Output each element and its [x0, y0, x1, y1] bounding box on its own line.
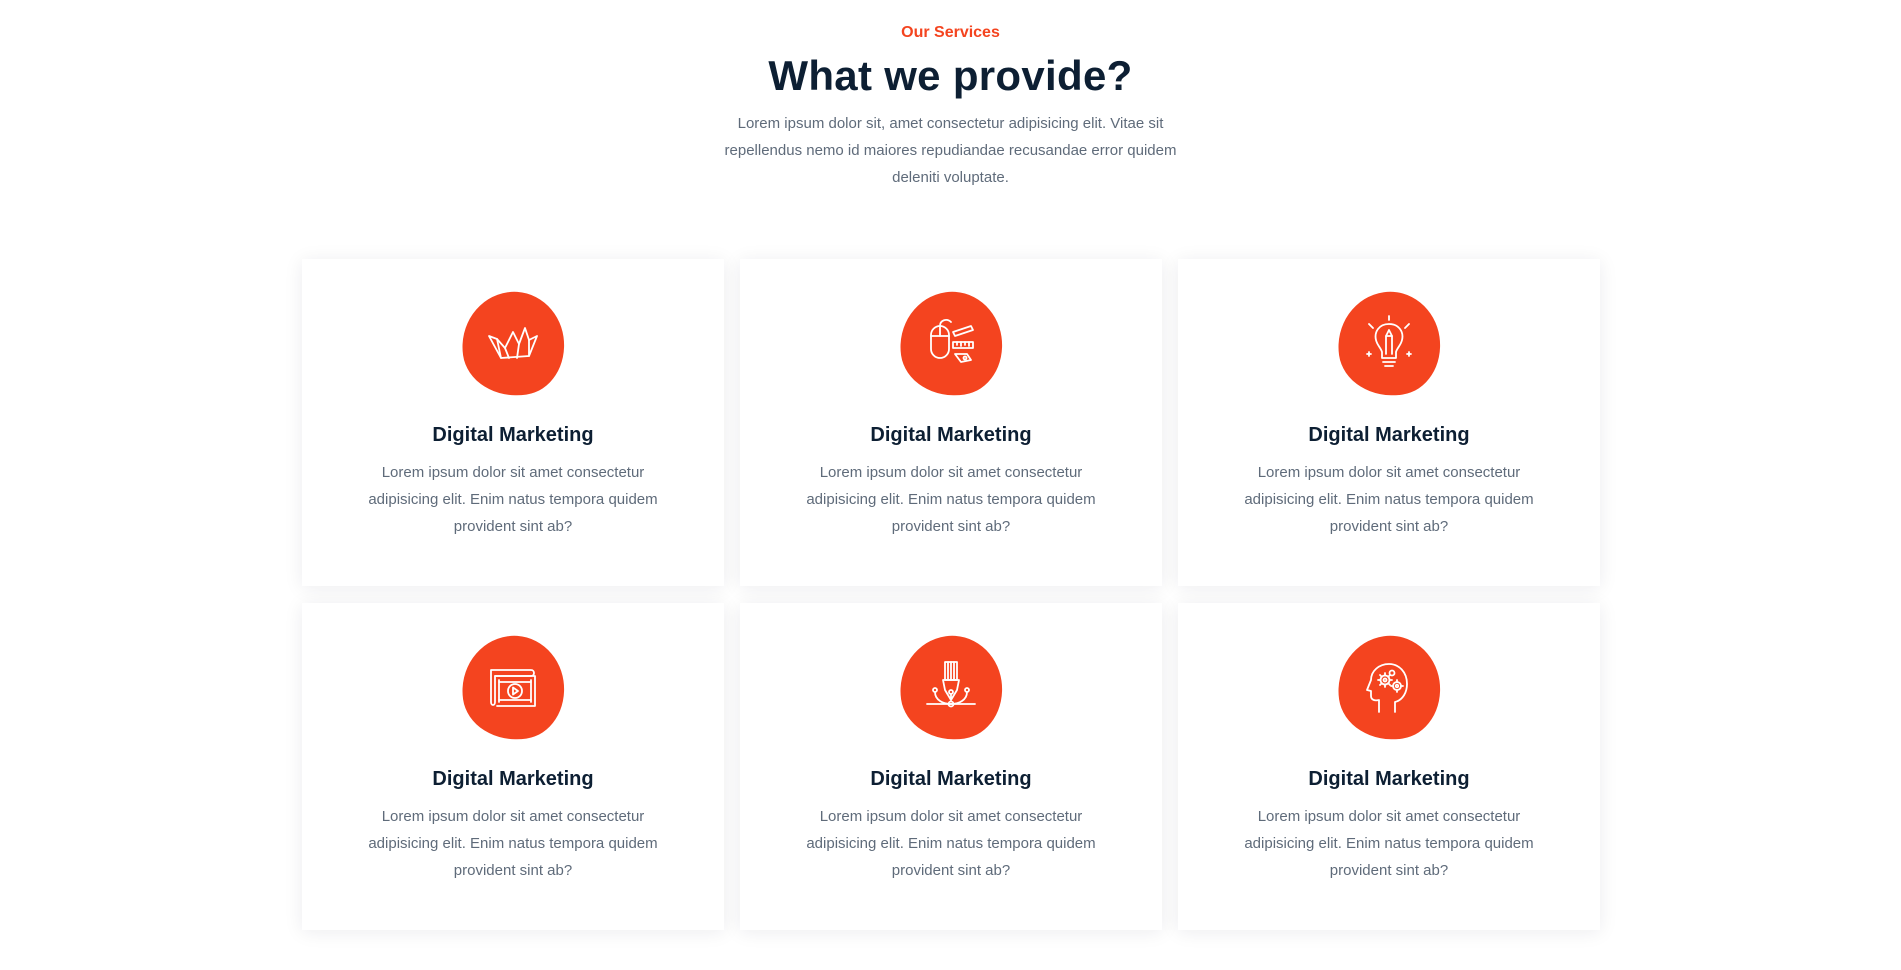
- paper-crane-icon: [488, 327, 538, 359]
- service-title: Digital Marketing: [1308, 768, 1470, 790]
- service-description: Lorem ipsum dolor sit amet consectetur a…: [368, 808, 658, 879]
- icon-badge: [893, 285, 1009, 403]
- section-title: What we provide?: [768, 52, 1133, 99]
- icon-badge: [1331, 629, 1447, 747]
- service-card: Digital Marketing Lorem ipsum dolor sit …: [1178, 603, 1600, 930]
- icon-badge: [893, 629, 1009, 747]
- service-description: Lorem ipsum dolor sit amet consectetur a…: [806, 464, 1096, 535]
- service-card: Digital Marketing Lorem ipsum dolor sit …: [302, 603, 724, 930]
- services-grid: Digital Marketing Lorem ipsum dolor sit …: [302, 259, 1600, 930]
- service-description: Lorem ipsum dolor sit amet consectetur a…: [806, 808, 1096, 879]
- service-card: Digital Marketing Lorem ipsum dolor sit …: [302, 259, 724, 586]
- service-title: Digital Marketing: [1308, 424, 1470, 446]
- service-title: Digital Marketing: [432, 424, 594, 446]
- video-film-icon: [490, 669, 536, 707]
- head-gears-icon: [1366, 663, 1408, 713]
- icon-badge: [455, 629, 571, 747]
- service-description: Lorem ipsum dolor sit amet consectetur a…: [368, 464, 658, 535]
- section-intro: Lorem ipsum dolor sit, amet consectetur …: [724, 115, 1177, 186]
- service-card: Digital Marketing Lorem ipsum dolor sit …: [740, 603, 1162, 930]
- service-description: Lorem ipsum dolor sit amet consectetur a…: [1244, 808, 1534, 879]
- service-title: Digital Marketing: [870, 424, 1032, 446]
- service-title: Digital Marketing: [432, 768, 594, 790]
- service-title: Digital Marketing: [870, 768, 1032, 790]
- mouse-design-tools-icon: [930, 319, 974, 363]
- section-eyebrow: Our Services: [901, 24, 1000, 41]
- service-description: Lorem ipsum dolor sit amet consectetur a…: [1244, 464, 1534, 535]
- service-card: Digital Marketing Lorem ipsum dolor sit …: [1178, 259, 1600, 586]
- pen-tool-icon: [926, 661, 976, 708]
- icon-badge: [1331, 285, 1447, 403]
- icon-badge: [455, 285, 571, 403]
- services-section: Our Services What we provide? Lorem ipsu…: [0, 0, 1901, 970]
- lightbulb-pencil-icon: [1366, 315, 1412, 367]
- service-card: Digital Marketing Lorem ipsum dolor sit …: [740, 259, 1162, 586]
